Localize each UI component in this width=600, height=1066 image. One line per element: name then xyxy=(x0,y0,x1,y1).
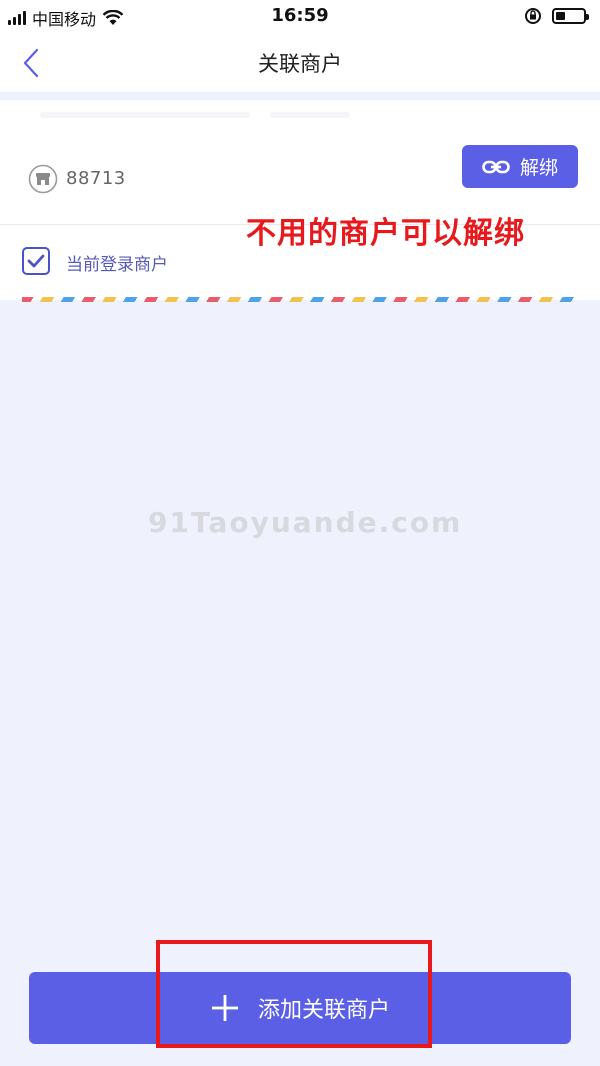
airmail-stripe-divider xyxy=(22,297,578,302)
check-icon xyxy=(27,254,45,268)
status-right xyxy=(524,7,589,25)
faded-text-line xyxy=(40,112,250,118)
watermark: 91Taoyuande.com xyxy=(148,506,463,539)
annotation-text: 不用的商户可以解绑 xyxy=(246,216,525,251)
merchant-card: 88713 解绑 不用的商户可以解绑 当前登录商户 xyxy=(0,100,600,302)
current-login-checkbox[interactable] xyxy=(22,247,50,275)
unbind-label: 解绑 xyxy=(519,157,558,179)
plus-icon xyxy=(211,995,238,1021)
page-title: 关联商户 xyxy=(258,52,342,76)
current-login-label: 当前登录商户 xyxy=(66,255,168,275)
merchant-id: 88713 xyxy=(66,168,126,189)
faded-text-line xyxy=(270,112,350,118)
add-merchant-label: 添加关联商户 xyxy=(257,998,390,1023)
nav-divider xyxy=(0,92,600,100)
battery-icon xyxy=(552,8,589,24)
rotation-lock-icon xyxy=(525,8,541,24)
status-bar: 中国移动 16:59 xyxy=(0,0,600,34)
store-icon xyxy=(28,164,58,194)
nav-bar: 关联商户 xyxy=(0,34,600,92)
link-icon xyxy=(482,160,510,173)
add-merchant-button[interactable]: 添加关联商户 xyxy=(29,972,571,1044)
status-time: 16:59 xyxy=(271,5,329,26)
unbind-button[interactable]: 解绑 xyxy=(462,145,578,188)
